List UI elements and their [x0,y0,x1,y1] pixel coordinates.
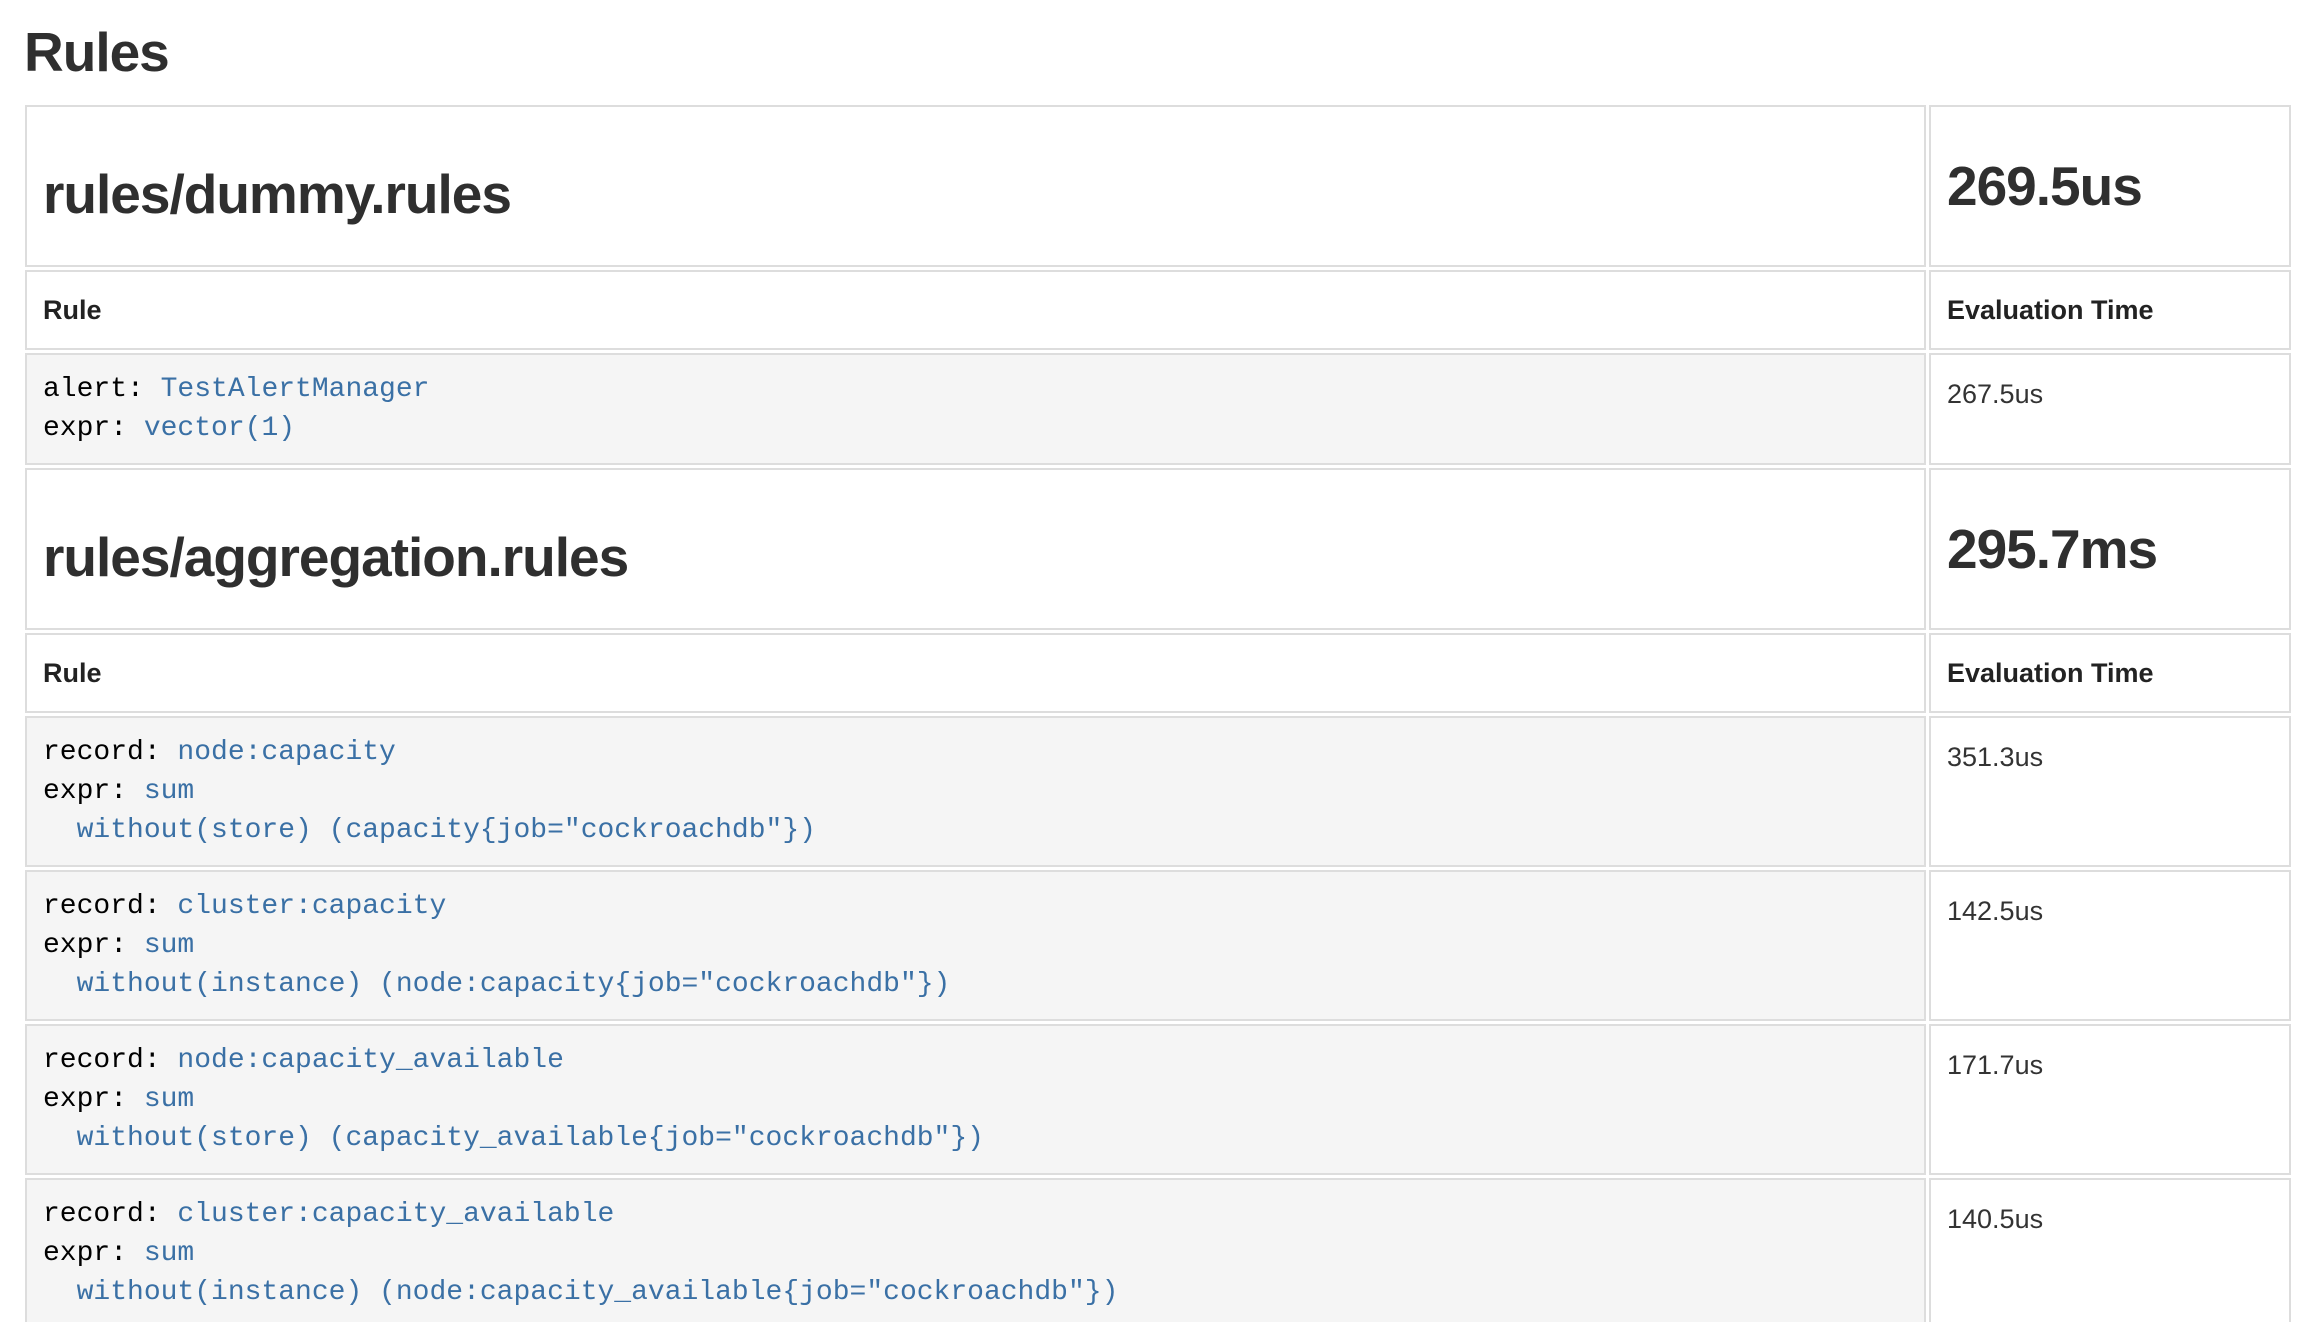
rule-name-link[interactable]: cluster:capacity_available [177,1199,614,1230]
rule-name-link[interactable]: node:capacity_available [177,1045,563,1076]
page-title: Rules [24,20,2294,84]
rule-code: record: cluster:capacity_available expr:… [43,1195,1908,1312]
evaluation-time-column-header: Evaluation Time [1929,270,2291,350]
rule-row: record: node:capacity_available expr: su… [25,1024,2291,1175]
group-heading-row: rules/dummy.rules 269.5us [25,105,2291,267]
rule-expr-link[interactable]: vector(1) [144,413,295,444]
group-file-name: rules/aggregation.rules [43,526,1908,588]
rule-key-expr: expr: [43,413,144,444]
group-file-cell: rules/dummy.rules [25,105,1926,267]
group-file-cell: rules/aggregation.rules [25,468,1926,630]
group-heading-row: rules/aggregation.rules 295.7ms [25,468,2291,630]
rule-expr-link[interactable]: sum without(instance) (node:capacity_ava… [43,1238,1118,1308]
rule-name-link[interactable]: cluster:capacity [177,891,446,922]
rule-name-link[interactable]: node:capacity [177,737,395,768]
group-evaluation-time-cell: 295.7ms [1929,468,2291,630]
rule-code: record: node:capacity expr: sum without(… [43,733,1908,850]
rule-cell: alert: TestAlertManager expr: vector(1) [25,353,1926,465]
rule-row: record: cluster:capacity expr: sum witho… [25,870,2291,1021]
rule-evaluation-time: 351.3us [1929,716,2291,867]
rule-key-alert: alert: [43,374,161,405]
rule-evaluation-time: 171.7us [1929,1024,2291,1175]
group-file-name: rules/dummy.rules [43,163,1908,225]
rule-key-expr: expr: [43,930,144,961]
rule-expr-link[interactable]: sum without(instance) (node:capacity{job… [43,930,950,1000]
rule-column-header: Rule [25,270,1926,350]
rule-key-record: record: [43,737,177,768]
group-evaluation-time: 269.5us [1947,155,2273,217]
rule-key-record: record: [43,1199,177,1230]
rule-key-record: record: [43,891,177,922]
rule-row: alert: TestAlertManager expr: vector(1) … [25,353,2291,465]
rule-key-record: record: [43,1045,177,1076]
rule-cell: record: node:capacity expr: sum without(… [25,716,1926,867]
rules-page: Rules rules/dummy.rules 269.5us Rule Eva… [0,20,2316,1322]
rule-cell: record: cluster:capacity_available expr:… [25,1178,1926,1322]
rule-key-expr: expr: [43,776,144,807]
rule-evaluation-time: 140.5us [1929,1178,2291,1322]
evaluation-time-column-header: Evaluation Time [1929,633,2291,713]
rule-key-expr: expr: [43,1238,144,1269]
rule-cell: record: cluster:capacity expr: sum witho… [25,870,1926,1021]
rule-evaluation-time: 267.5us [1929,353,2291,465]
rule-row: record: cluster:capacity_available expr:… [25,1178,2291,1322]
group-evaluation-time-cell: 269.5us [1929,105,2291,267]
columns-header-row: Rule Evaluation Time [25,270,2291,350]
rule-evaluation-time: 142.5us [1929,870,2291,1021]
rule-expr-link[interactable]: sum without(store) (capacity_available{j… [43,1084,984,1154]
rule-code: record: cluster:capacity expr: sum witho… [43,887,1908,1004]
rule-column-header: Rule [25,633,1926,713]
rule-code: alert: TestAlertManager expr: vector(1) [43,370,1908,448]
rule-row: record: node:capacity expr: sum without(… [25,716,2291,867]
rule-key-expr: expr: [43,1084,144,1115]
columns-header-row: Rule Evaluation Time [25,633,2291,713]
rules-table: rules/dummy.rules 269.5us Rule Evaluatio… [22,102,2294,1322]
group-evaluation-time: 295.7ms [1947,518,2273,580]
rule-cell: record: node:capacity_available expr: su… [25,1024,1926,1175]
rule-code: record: node:capacity_available expr: su… [43,1041,1908,1158]
rule-name-link[interactable]: TestAlertManager [161,374,430,405]
rule-expr-link[interactable]: sum without(store) (capacity{job="cockro… [43,776,816,846]
